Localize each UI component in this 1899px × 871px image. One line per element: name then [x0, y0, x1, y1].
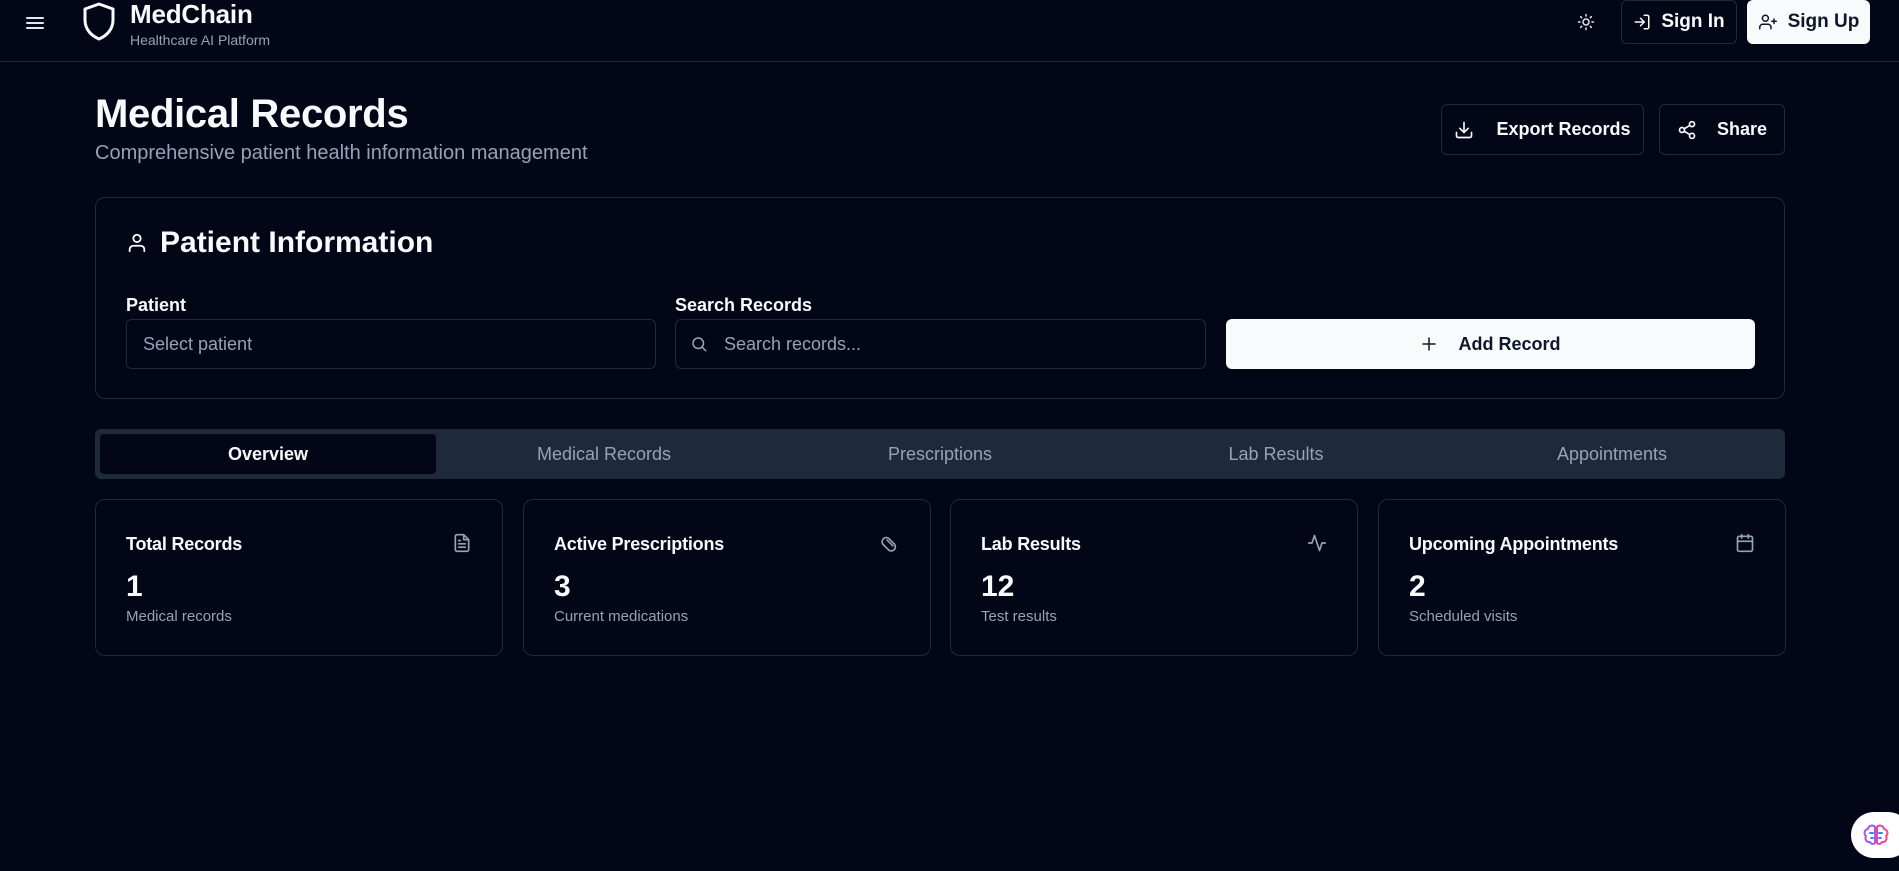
- export-records-button[interactable]: Export Records: [1441, 104, 1644, 155]
- sign-in-label: Sign In: [1661, 11, 1725, 32]
- sign-up-label: Sign Up: [1787, 11, 1860, 32]
- sun-icon: [1577, 13, 1595, 31]
- top-bar: MedChain Healthcare AI Platform Sign In …: [0, 0, 1899, 62]
- stat-value: 3: [554, 570, 571, 603]
- stat-card-active-prescriptions: Active Prescriptions 3 Current medicatio…: [523, 499, 931, 656]
- page-title: Medical Records: [95, 92, 409, 136]
- menu-icon: [26, 17, 44, 29]
- download-icon: [1456, 121, 1473, 138]
- stat-value: 12: [981, 570, 1015, 603]
- stat-title: Lab Results: [981, 534, 1081, 554]
- stat-title: Active Prescriptions: [554, 534, 725, 554]
- user-icon: [128, 233, 146, 253]
- search-records-input[interactable]: Search records...: [675, 319, 1206, 369]
- sign-up-button[interactable]: Sign Up: [1747, 0, 1870, 44]
- brand-subtitle: Healthcare AI Platform: [130, 32, 271, 48]
- stat-title: Upcoming Appointments: [1409, 534, 1619, 554]
- stat-description: Current medications: [554, 608, 689, 625]
- share-button[interactable]: Share: [1659, 104, 1785, 155]
- tab-lab-results[interactable]: Lab Results: [1108, 434, 1444, 474]
- brand[interactable]: MedChain Healthcare AI Platform: [130, 0, 270, 48]
- search-records-placeholder: Search records...: [724, 333, 862, 354]
- tab-medical-records[interactable]: Medical Records: [436, 434, 772, 474]
- add-record-button[interactable]: Add Record: [1226, 319, 1755, 369]
- sign-in-button[interactable]: Sign In: [1621, 0, 1737, 44]
- patient-select-placeholder: Select patient: [143, 333, 253, 354]
- brand-name: MedChain: [130, 0, 253, 29]
- search-icon: [692, 337, 707, 352]
- stat-card-lab-results: Lab Results 12 Test results: [950, 499, 1358, 656]
- patient-information-title: Patient Information: [126, 226, 433, 260]
- plus-icon: [1422, 337, 1437, 351]
- search-records-label: Search Records: [675, 295, 813, 315]
- stat-card-total-records: Total Records 1 Medical records: [95, 499, 503, 656]
- record-tabs: Overview Medical Records Prescriptions L…: [95, 429, 1785, 479]
- brain-icon: [1863, 824, 1889, 845]
- theme-toggle-button[interactable]: [1570, 8, 1602, 36]
- stat-value: 1: [126, 570, 143, 603]
- file-text-icon: [454, 533, 470, 553]
- patient-information-card: Patient Information Patient Select patie…: [95, 197, 1785, 399]
- patient-select[interactable]: Select patient: [126, 319, 656, 369]
- add-record-label: Add Record: [1458, 333, 1561, 354]
- share-label: Share: [1716, 119, 1768, 139]
- ai-assistant-button[interactable]: [1851, 812, 1899, 858]
- tab-prescriptions[interactable]: Prescriptions: [772, 434, 1108, 474]
- stat-description: Scheduled visits: [1409, 608, 1518, 625]
- calendar-icon: [1736, 533, 1754, 553]
- menu-button[interactable]: [22, 10, 48, 36]
- share-icon: [1678, 120, 1696, 139]
- stat-value: 2: [1409, 570, 1426, 603]
- pill-icon: [881, 536, 897, 552]
- tab-overview[interactable]: Overview: [100, 434, 436, 474]
- stat-description: Medical records: [126, 608, 232, 625]
- log-in-icon: [1634, 14, 1650, 30]
- patient-information-heading: Patient Information: [160, 226, 434, 259]
- stat-card-upcoming-appointments: Upcoming Appointments 2 Scheduled visits: [1378, 499, 1786, 656]
- stat-title: Total Records: [126, 534, 243, 554]
- shield-icon: [82, 1, 116, 41]
- stat-description: Test results: [981, 608, 1057, 625]
- patient-label: Patient: [126, 295, 187, 315]
- export-records-label: Export Records: [1496, 119, 1631, 139]
- tab-appointments[interactable]: Appointments: [1444, 434, 1780, 474]
- user-plus-icon: [1758, 14, 1777, 30]
- page-subtitle: Comprehensive patient health information…: [95, 142, 588, 164]
- activity-icon: [1307, 534, 1327, 552]
